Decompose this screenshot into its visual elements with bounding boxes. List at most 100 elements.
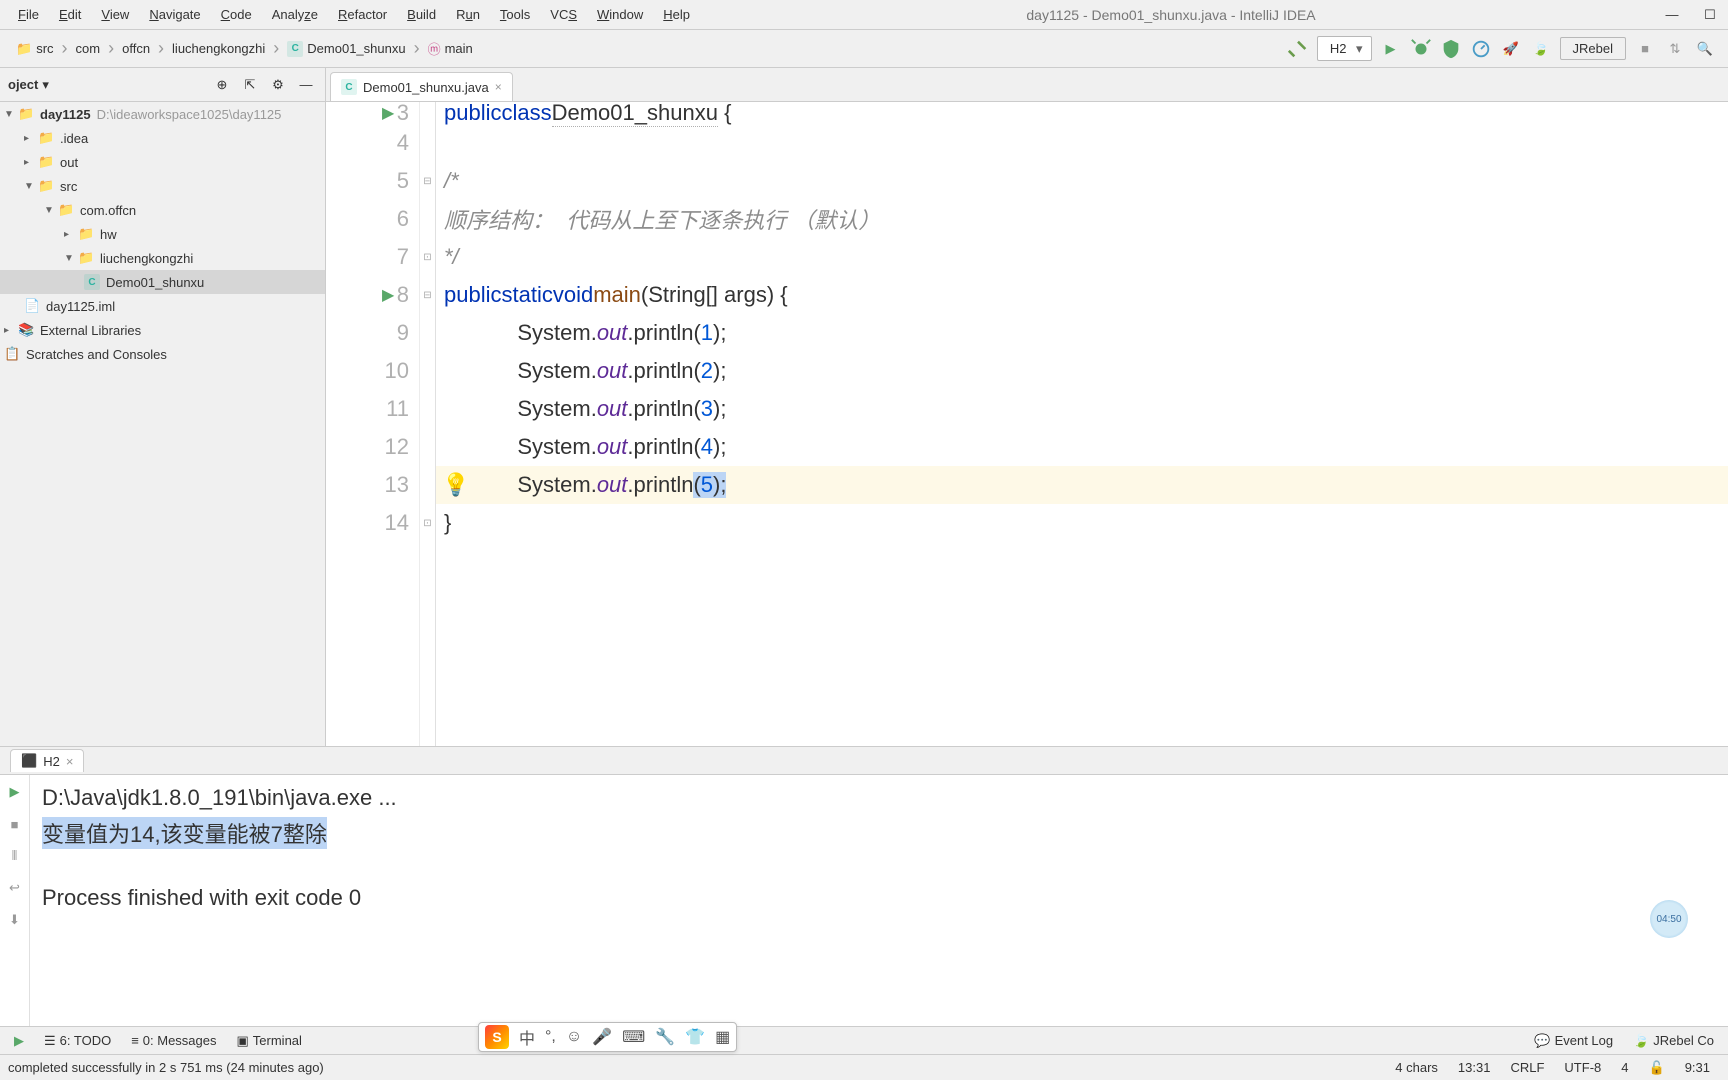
tree-item[interactable]: ▼📁com.offcn	[0, 198, 325, 222]
ime-menu-icon[interactable]: ▦	[715, 1027, 730, 1047]
soft-wrap-icon[interactable]: ↩	[4, 877, 26, 899]
class-icon: C	[84, 274, 100, 290]
crumb-main[interactable]: ⓜmain	[424, 37, 477, 60]
collapse-icon[interactable]: ⇱	[239, 74, 261, 96]
project-header: oject ▾ ⊕ ⇱ ⚙ —	[0, 68, 325, 102]
close-icon[interactable]: ×	[66, 754, 74, 769]
rerun-icon[interactable]: ▶	[4, 781, 26, 803]
ime-emoji-icon[interactable]: ☺	[566, 1028, 582, 1046]
export-icon[interactable]: ⬇	[4, 909, 26, 931]
run-output[interactable]: D:\Java\jdk1.8.0_191\bin\java.exe ... 变量…	[30, 775, 1728, 1026]
menu-window[interactable]: Window	[587, 3, 653, 26]
menu-code[interactable]: Code	[211, 3, 262, 26]
run-toolbar: ▶ ■ ⫴ ↩ ⬇	[0, 775, 30, 1026]
crumb-offcn[interactable]: offcn	[118, 39, 154, 58]
locate-icon[interactable]: ⊕	[211, 74, 233, 96]
editor-tab[interactable]: C Demo01_shunxu.java ×	[330, 72, 513, 101]
status-indent[interactable]: 4	[1611, 1060, 1638, 1075]
layout-icon[interactable]: ⫴	[4, 845, 26, 867]
menu-file[interactable]: File	[8, 3, 49, 26]
crumb-com[interactable]: com	[72, 39, 105, 58]
ime-bar[interactable]: S 中 °, ☺ 🎤 ⌨ 🔧 👕 ▦	[478, 1022, 737, 1052]
crumb-src[interactable]: 📁src	[12, 39, 58, 59]
status-lock-icon[interactable]: 🔓	[1639, 1060, 1675, 1076]
profiler-icon[interactable]	[1470, 38, 1492, 60]
output-line: D:\Java\jdk1.8.0_191\bin\java.exe ...	[42, 783, 1716, 815]
status-position[interactable]: 13:31	[1448, 1060, 1501, 1075]
maximize-icon[interactable]: ☐	[1700, 5, 1720, 25]
output-line-selected: 变量值为14,该变量能被7整除	[42, 817, 327, 849]
stop-icon[interactable]: ■	[4, 813, 26, 835]
coverage-icon[interactable]	[1440, 38, 1462, 60]
ime-lang-icon[interactable]: 中	[519, 1025, 535, 1049]
run-panel: ⬛ H2 × ▶ ■ ⫴ ↩ ⬇ D:\Java\jdk1.8.0_191\bi…	[0, 746, 1728, 1026]
minimize-icon[interactable]: —	[1662, 5, 1682, 25]
sogou-icon[interactable]: S	[485, 1025, 509, 1049]
tab-messages[interactable]: ≡0: Messages	[121, 1029, 226, 1052]
close-icon[interactable]: ×	[495, 80, 502, 94]
run-gutter-icon[interactable]: ▶	[382, 103, 394, 123]
menu-edit[interactable]: Edit	[49, 3, 91, 26]
crumb-class[interactable]: CDemo01_shunxu	[283, 39, 409, 59]
tab-terminal[interactable]: ▣Terminal	[227, 1029, 312, 1053]
menu-tools[interactable]: Tools	[490, 3, 540, 26]
tree-item[interactable]: ▼📁src	[0, 174, 325, 198]
menu-view[interactable]: View	[91, 3, 139, 26]
output-line: Process finished with exit code 0	[42, 883, 1716, 915]
run-gutter-icon[interactable]: ▶	[382, 285, 394, 305]
project-title: oject	[8, 77, 38, 92]
status-time: 9:31	[1675, 1060, 1720, 1075]
floating-badge[interactable]: 04:50	[1650, 900, 1688, 938]
tree-scratches[interactable]: 📋Scratches and Consoles	[0, 342, 325, 366]
tree-item[interactable]: ▸📁hw	[0, 222, 325, 246]
rocket-icon[interactable]: 🚀	[1500, 38, 1522, 60]
menu-bar: File Edit View Navigate Code Analyze Ref…	[0, 0, 1728, 30]
tab-label: Demo01_shunxu.java	[363, 80, 489, 95]
tree-external-libs[interactable]: ▸📚External Libraries	[0, 318, 325, 342]
jrebel-icon[interactable]: 🍃	[1530, 38, 1552, 60]
tree-item[interactable]: ▸📁out	[0, 150, 325, 174]
menu-run[interactable]: Run	[446, 3, 490, 26]
tab-run[interactable]: ▶	[4, 1029, 34, 1053]
ime-tool-icon[interactable]: 🔧	[655, 1027, 675, 1047]
bottom-toolbar: ▶ ☰6: TODO ≡0: Messages ▣Terminal 💬Event…	[0, 1026, 1728, 1054]
ime-punct-icon[interactable]: °,	[545, 1028, 556, 1046]
menu-help[interactable]: Help	[653, 3, 700, 26]
run-config-select[interactable]: H2	[1317, 36, 1372, 61]
search-icon[interactable]: 🔍	[1694, 38, 1716, 60]
run-tab[interactable]: ⬛ H2 ×	[10, 749, 84, 772]
ime-mic-icon[interactable]: 🎤	[592, 1027, 612, 1047]
menu-refactor[interactable]: Refactor	[328, 3, 397, 26]
menu-vcs[interactable]: VCS	[540, 3, 587, 26]
status-bar: completed successfully in 2 s 751 ms (24…	[0, 1054, 1728, 1080]
tab-jrebel[interactable]: 🍃JRebel Co	[1623, 1029, 1724, 1053]
tab-event-log[interactable]: 💬Event Log	[1524, 1029, 1623, 1053]
hammer-icon[interactable]	[1287, 38, 1309, 60]
tree-item-selected[interactable]: CDemo01_shunxu	[0, 270, 325, 294]
tree-root[interactable]: ▼📁 day1125 D:\ideaworkspace1025\day1125	[0, 102, 325, 126]
tree-item[interactable]: ▼📁liuchengkongzhi	[0, 246, 325, 270]
ime-keyboard-icon[interactable]: ⌨	[622, 1027, 645, 1047]
class-icon: C	[341, 79, 357, 95]
jrebel-button[interactable]: JRebel	[1560, 37, 1626, 60]
breadcrumb: 📁src› com› offcn› liuchengkongzhi› CDemo…	[12, 37, 477, 60]
vcs-icon[interactable]: ⇅	[1664, 38, 1686, 60]
class-icon: C	[287, 41, 303, 57]
stop-icon[interactable]: ■	[1634, 38, 1656, 60]
window-title: day1125 - Demo01_shunxu.java - IntelliJ …	[1026, 7, 1315, 23]
menu-navigate[interactable]: Navigate	[139, 3, 210, 26]
tab-todo[interactable]: ☰6: TODO	[34, 1029, 121, 1053]
menu-build[interactable]: Build	[397, 3, 446, 26]
status-separator[interactable]: CRLF	[1500, 1060, 1554, 1075]
gear-icon[interactable]: ⚙	[267, 74, 289, 96]
run-icon[interactable]: ▶	[1380, 38, 1402, 60]
debug-icon[interactable]	[1410, 38, 1432, 60]
menu-analyze[interactable]: Analyze	[262, 3, 328, 26]
crumb-package[interactable]: liuchengkongzhi	[168, 39, 269, 58]
tree-item[interactable]: ▸📁.idea	[0, 126, 325, 150]
status-encoding[interactable]: UTF-8	[1554, 1060, 1611, 1075]
ime-skin-icon[interactable]: 👕	[685, 1027, 705, 1047]
tree-item[interactable]: 📄day1125.iml	[0, 294, 325, 318]
intention-bulb-icon[interactable]: 💡	[442, 472, 469, 498]
hide-icon[interactable]: —	[295, 74, 317, 96]
